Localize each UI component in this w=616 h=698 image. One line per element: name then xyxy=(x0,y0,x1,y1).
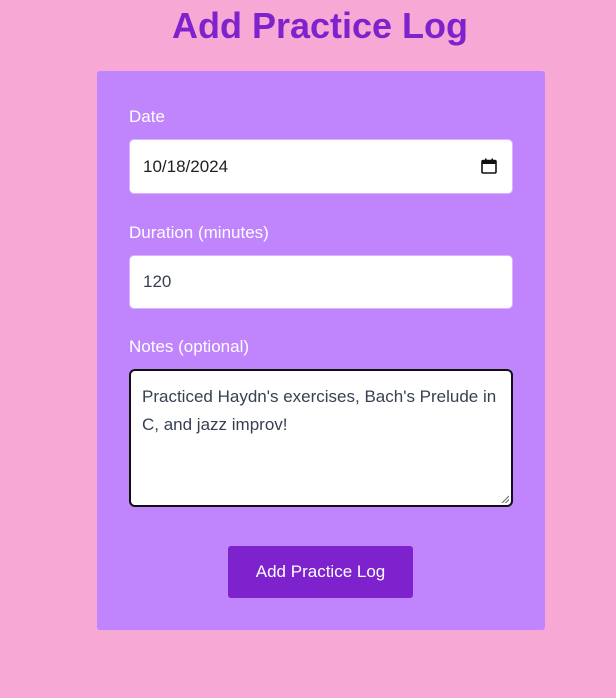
date-value: 10/18/2024 xyxy=(143,157,229,176)
notes-textarea[interactable]: Practiced Haydn's exercises, Bach's Prel… xyxy=(129,369,513,507)
notes-value: Practiced Haydn's exercises, Bach's Prel… xyxy=(142,387,497,434)
duration-input[interactable]: 120 xyxy=(129,255,513,309)
date-label: Date xyxy=(129,107,165,126)
add-practice-log-button[interactable]: Add Practice Log xyxy=(228,546,413,598)
page-title: Add Practice Log xyxy=(171,5,469,46)
practice-log-form: Date 10/18/2024 Duration (minutes) 120 N… xyxy=(97,71,545,630)
duration-label: Duration (minutes) xyxy=(129,223,269,242)
notes-label: Notes (optional) xyxy=(129,337,250,356)
date-input[interactable]: 10/18/2024 xyxy=(129,139,513,194)
calendar-icon[interactable] xyxy=(481,158,497,174)
duration-value: 120 xyxy=(143,272,172,291)
resize-grip-icon[interactable] xyxy=(501,495,509,503)
